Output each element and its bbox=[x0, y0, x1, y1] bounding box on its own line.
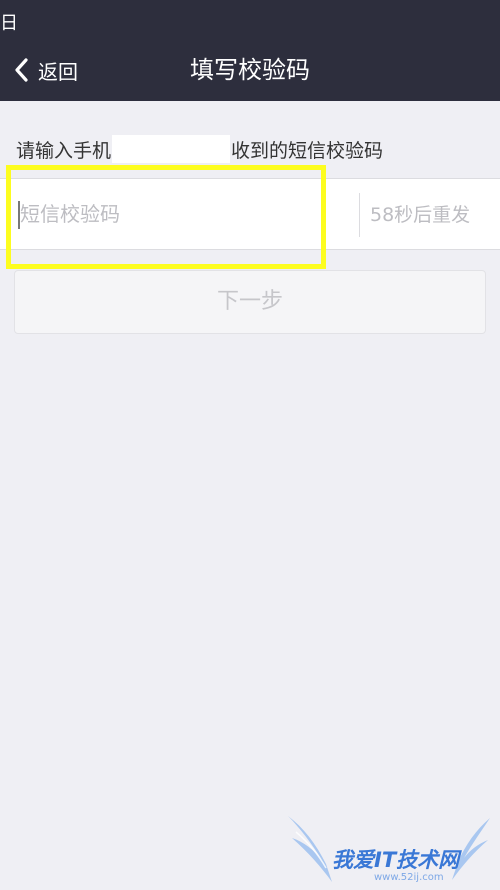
watermark-url: www.52ij.com bbox=[374, 872, 444, 883]
instruction-prefix: 请输入手机 bbox=[16, 139, 112, 162]
next-step-button[interactable]: 下一步 bbox=[14, 270, 486, 334]
instruction-suffix: 收到的短信校验码 bbox=[231, 139, 384, 162]
page-title: 填写校验码 bbox=[190, 56, 310, 84]
status-bar-fragment: 日 bbox=[0, 13, 18, 34]
masked-phone-number bbox=[112, 135, 231, 163]
navigation-bar: 返回 填写校验码 bbox=[0, 40, 500, 101]
resend-countdown-button[interactable]: 58秒后重发 bbox=[370, 199, 500, 231]
highlight-annotation-box bbox=[6, 165, 326, 269]
status-bar: 日 bbox=[0, 0, 500, 40]
watermark: 我爱IT技术网 www.52ij.com bbox=[282, 808, 496, 886]
vertical-divider bbox=[359, 193, 360, 237]
instruction-text: 请输入手机 收到的短信校验码 bbox=[16, 134, 383, 164]
watermark-text: 我爱IT技术网 bbox=[332, 848, 460, 872]
